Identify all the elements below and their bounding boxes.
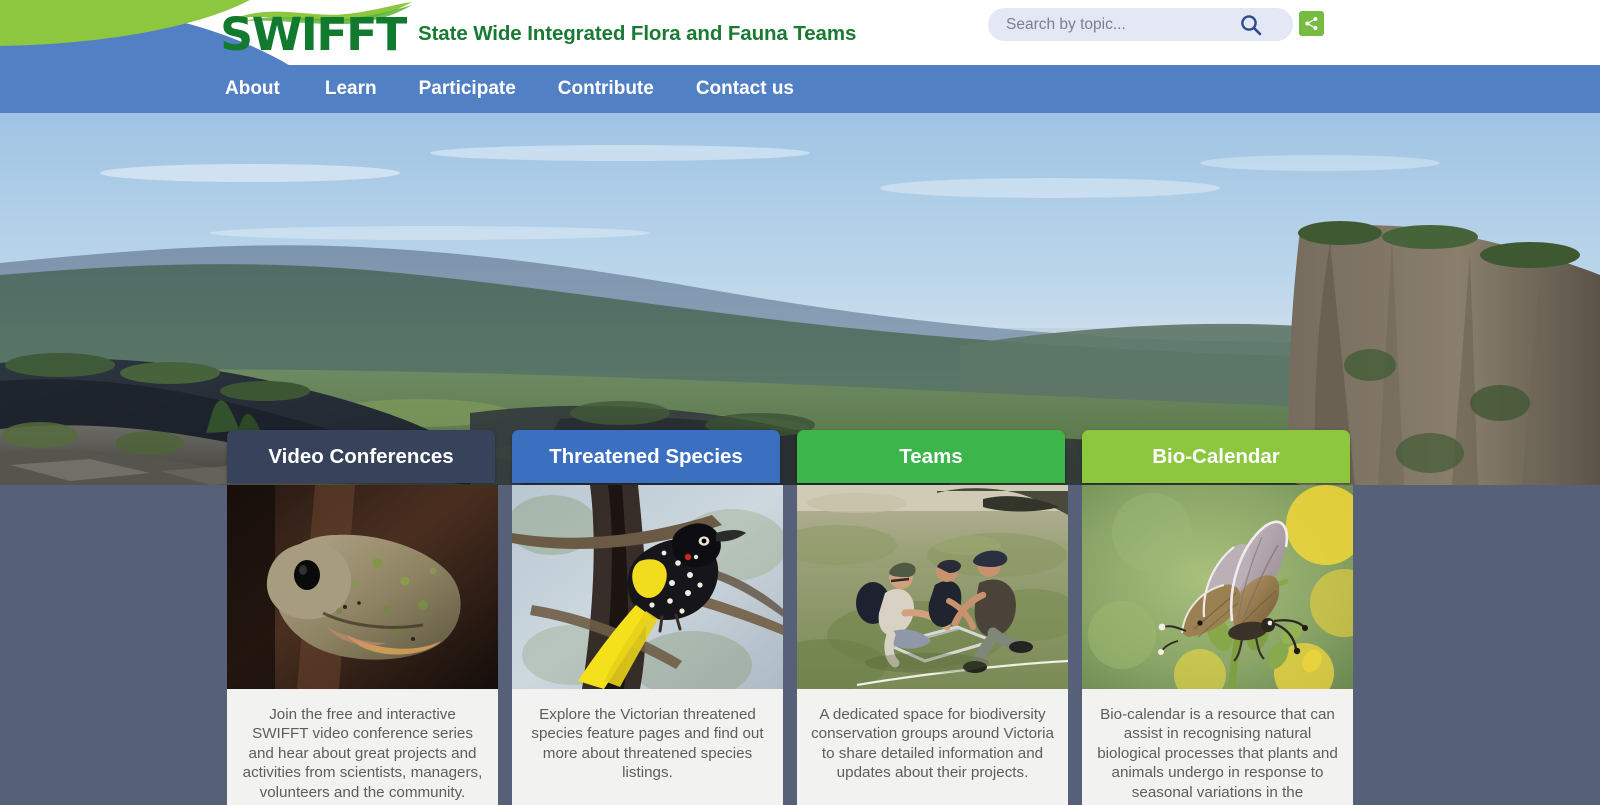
logo-wordmark: SWIFFT [220,8,407,61]
nav-item-contribute[interactable]: Contribute [537,78,675,100]
nav-item-learn[interactable]: Learn [304,78,398,100]
search-button[interactable] [1228,8,1274,41]
card-image-video-conferences[interactable] [227,485,498,689]
search-icon [1241,14,1262,35]
feature-card-threatened-species: Threatened Species Explore the Victorian… [512,430,783,805]
main-navigation: About Learn Participate Contribute Conta… [0,65,1600,113]
card-image-bio-calendar[interactable] [1082,485,1353,689]
nav-items: About Learn Participate Contribute Conta… [225,65,815,113]
share-button[interactable] [1299,11,1324,36]
card-description-threatened-species: Explore the Victorian threatened species… [512,689,783,805]
card-image-teams[interactable] [797,485,1068,689]
site-header: SWIFFT State Wide Integrated Flora and F… [0,0,1600,65]
card-description-teams: A dedicated space for biodiversity conse… [797,689,1068,805]
share-icon [1305,17,1318,30]
card-description-bio-calendar: Bio-calendar is a resource that can assi… [1082,689,1353,805]
search-box[interactable] [988,8,1293,41]
card-header-teams[interactable]: Teams [797,430,1065,483]
search-input[interactable] [988,8,1228,41]
nav-item-about[interactable]: About [225,78,304,100]
card-header-video-conferences[interactable]: Video Conferences [227,430,495,483]
feature-card-bio-calendar: Bio-Calendar Bio-calendar is a resource … [1082,430,1353,805]
feature-card-grid: Video Conferences Join the free and inte… [227,430,1355,805]
nav-item-contact-us[interactable]: Contact us [675,78,815,100]
nav-item-participate[interactable]: Participate [398,78,537,100]
logo-mark: SWIFFT [220,2,412,61]
card-image-threatened-species[interactable] [512,485,783,689]
card-header-threatened-species[interactable]: Threatened Species [512,430,780,483]
feature-card-video-conferences: Video Conferences Join the free and inte… [227,430,498,805]
card-description-video-conferences: Join the free and interactive SWIFFT vid… [227,689,498,805]
feature-card-teams: Teams A dedicated space for biodiversity… [797,430,1068,805]
site-tagline: State Wide Integrated Flora and Fauna Te… [418,22,857,45]
card-header-bio-calendar[interactable]: Bio-Calendar [1082,430,1350,483]
site-logo[interactable]: SWIFFT [220,2,412,61]
